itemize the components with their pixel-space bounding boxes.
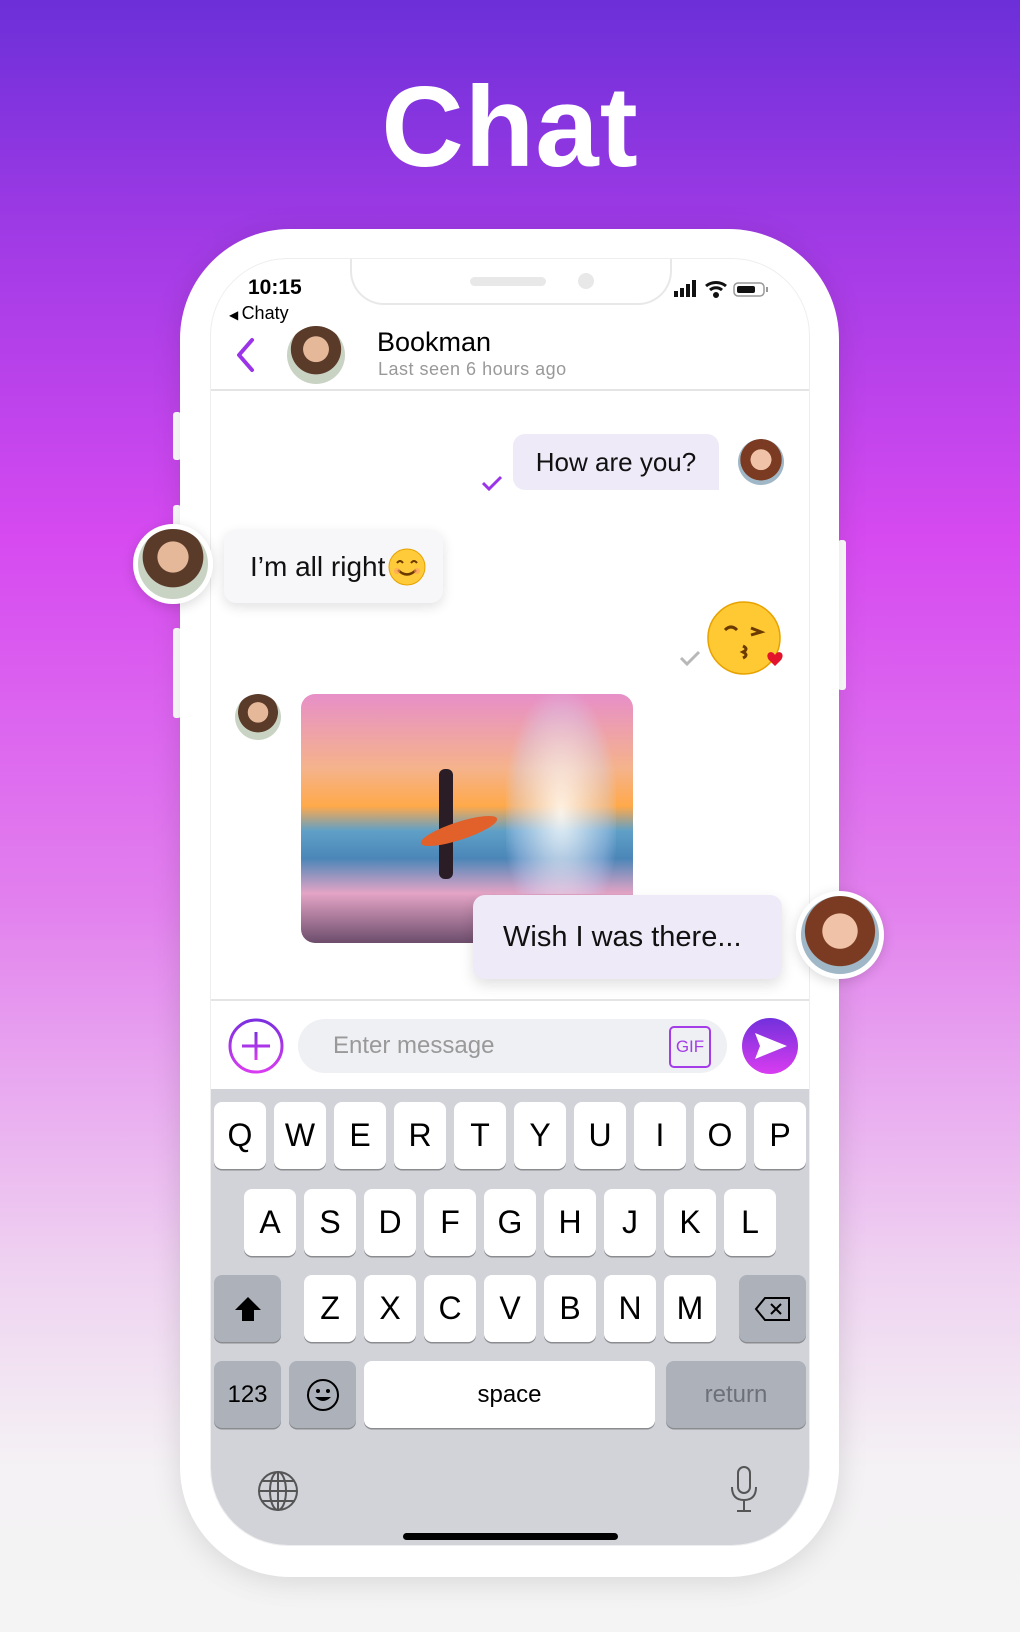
message-bubble-outgoing[interactable]: Wish I was there... xyxy=(473,895,782,979)
numbers-key[interactable]: 123 xyxy=(214,1361,281,1428)
camera xyxy=(578,273,594,289)
key-c[interactable]: C xyxy=(424,1275,476,1342)
message-bubble-outgoing[interactable]: How are you? xyxy=(513,434,719,490)
shift-key[interactable] xyxy=(214,1275,281,1342)
key-e[interactable]: E xyxy=(334,1102,386,1169)
signal-icon xyxy=(674,280,696,297)
smiling-face-icon xyxy=(388,548,426,585)
composer-divider xyxy=(211,999,809,1001)
key-o[interactable]: O xyxy=(694,1102,746,1169)
key-h[interactable]: H xyxy=(544,1189,596,1256)
key-k[interactable]: K xyxy=(664,1189,716,1256)
key-x[interactable]: X xyxy=(364,1275,416,1342)
message-text: Wish I was there... xyxy=(503,920,742,953)
header-divider xyxy=(211,389,809,391)
globe-icon[interactable] xyxy=(256,1469,300,1513)
key-j[interactable]: J xyxy=(604,1189,656,1256)
key-w[interactable]: W xyxy=(274,1102,326,1169)
key-n[interactable]: N xyxy=(604,1275,656,1342)
hero-title: Chat xyxy=(381,64,639,191)
key-s[interactable]: S xyxy=(304,1189,356,1256)
contact-avatar-large[interactable] xyxy=(133,524,213,604)
key-m[interactable]: M xyxy=(664,1275,716,1342)
key-d[interactable]: D xyxy=(364,1189,416,1256)
status-icons xyxy=(674,280,768,298)
speaker xyxy=(470,277,546,286)
message-bubble-incoming[interactable]: I’m all right xyxy=(224,530,443,603)
back-to-app[interactable]: ◀ Chaty xyxy=(229,303,289,324)
key-y[interactable]: Y xyxy=(514,1102,566,1169)
last-seen: Last seen 6 hours ago xyxy=(378,359,567,379)
message-text: I’m all right xyxy=(250,550,386,582)
back-app-label: Chaty xyxy=(241,303,289,323)
back-triangle-icon: ◀ xyxy=(229,308,242,322)
back-chevron-icon[interactable] xyxy=(235,337,257,373)
emoji-face-icon xyxy=(306,1378,339,1411)
contact-name: Bookman xyxy=(377,327,492,357)
shift-arrow-icon xyxy=(234,1296,261,1321)
phone-power-button xyxy=(838,540,846,690)
key-v[interactable]: V xyxy=(484,1275,536,1342)
key-f[interactable]: F xyxy=(424,1189,476,1256)
phone-screen: 10:15 ◀ Chaty Bookman Last seen 6 hours … xyxy=(210,258,810,1546)
my-avatar xyxy=(738,439,784,485)
emoji-key[interactable] xyxy=(289,1361,356,1428)
message-text: How are you? xyxy=(535,446,697,477)
microphone-icon[interactable] xyxy=(728,1465,760,1515)
add-attachment-button[interactable] xyxy=(227,1017,285,1075)
gif-button[interactable]: GIF xyxy=(669,1026,711,1068)
read-check-icon xyxy=(481,475,503,492)
key-g[interactable]: G xyxy=(484,1189,536,1256)
kissing-face-heart-icon[interactable] xyxy=(707,600,787,678)
message-placeholder: Enter message xyxy=(333,1032,495,1059)
key-l[interactable]: L xyxy=(724,1189,776,1256)
key-i[interactable]: I xyxy=(634,1102,686,1169)
key-u[interactable]: U xyxy=(574,1102,626,1169)
contact-avatar-small xyxy=(235,694,281,740)
key-a[interactable]: A xyxy=(244,1189,296,1256)
backspace-icon xyxy=(754,1296,790,1321)
sent-check-icon xyxy=(679,650,701,667)
battery-icon xyxy=(733,282,768,297)
key-b[interactable]: B xyxy=(544,1275,596,1342)
wave-splash xyxy=(506,694,616,894)
status-time: 10:15 xyxy=(248,276,302,299)
contact-avatar[interactable] xyxy=(287,326,345,384)
key-z[interactable]: Z xyxy=(304,1275,356,1342)
key-r[interactable]: R xyxy=(394,1102,446,1169)
key-q[interactable]: Q xyxy=(214,1102,266,1169)
message-input[interactable]: Enter message GIF xyxy=(298,1019,727,1073)
send-button[interactable] xyxy=(741,1017,799,1075)
notch xyxy=(350,259,672,305)
space-key[interactable]: space xyxy=(364,1361,655,1428)
home-indicator xyxy=(403,1533,618,1540)
return-key[interactable]: return xyxy=(666,1361,806,1428)
backspace-key[interactable] xyxy=(739,1275,806,1342)
key-t[interactable]: T xyxy=(454,1102,506,1169)
my-avatar-large[interactable] xyxy=(796,891,884,979)
wifi-icon xyxy=(705,281,727,298)
surfboard xyxy=(418,810,500,852)
keyboard: QWERTYUIOP ASDFGHJKL ZXCVBNM 123 space ret… xyxy=(211,1089,809,1545)
key-p[interactable]: P xyxy=(754,1102,806,1169)
